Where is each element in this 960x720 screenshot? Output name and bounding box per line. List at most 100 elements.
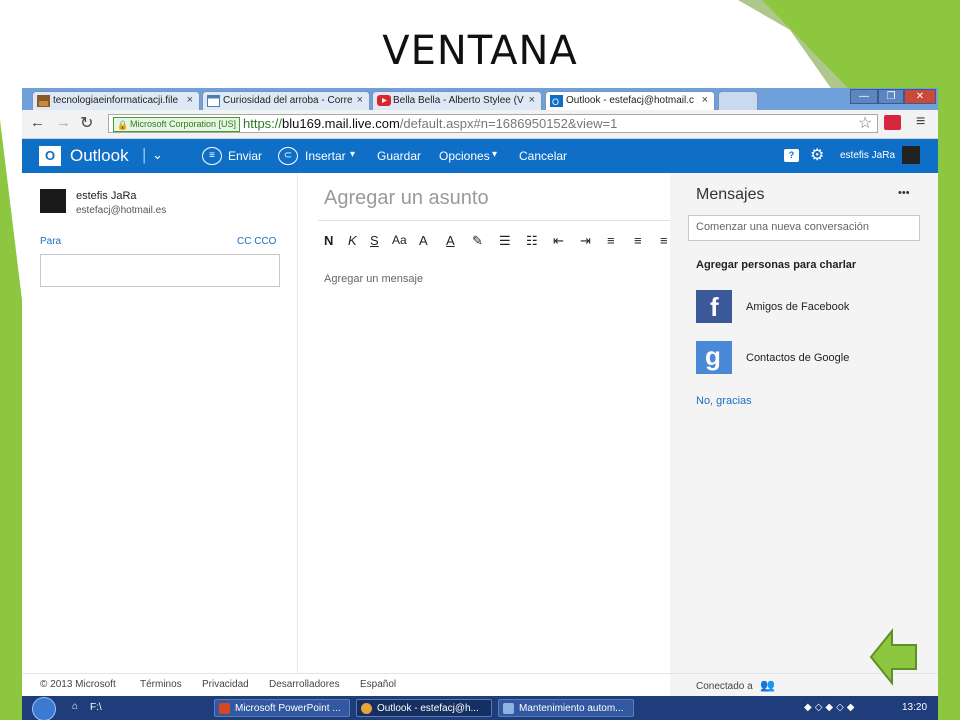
reload-icon[interactable]: ↻ bbox=[80, 113, 93, 133]
language-link[interactable]: Español bbox=[360, 679, 396, 690]
gear-icon[interactable]: ⚙ bbox=[810, 145, 824, 165]
security-label: Microsoft Corporation [US] bbox=[130, 119, 237, 129]
font-color-button[interactable]: A bbox=[446, 233, 455, 248]
bold-button[interactable]: N bbox=[324, 233, 333, 248]
green-shape-left bbox=[0, 120, 22, 720]
tab-label: tecnologiaeinformaticacji.file bbox=[53, 95, 179, 106]
close-window-button[interactable]: ✕ bbox=[904, 89, 936, 104]
attach-icon: ⊂ bbox=[278, 147, 298, 165]
tab-youtube[interactable]: Bella Bella - Alberto Stylee (V × bbox=[372, 91, 542, 110]
options-button[interactable]: Opciones bbox=[439, 149, 490, 163]
italic-button[interactable]: K bbox=[348, 233, 357, 248]
google-icon[interactable]: g bbox=[696, 341, 732, 374]
forward-arrow-icon[interactable]: → bbox=[56, 114, 71, 131]
address-bar: ← → ↻ 🔒 Microsoft Corporation [US] https… bbox=[22, 110, 938, 139]
url-host: blu169.mail.live.com bbox=[282, 116, 400, 131]
powerpoint-icon bbox=[219, 703, 230, 714]
copyright-text: © 2013 Microsoft bbox=[40, 679, 116, 690]
grow-font-button[interactable]: A bbox=[419, 233, 428, 248]
tab-curiosidad[interactable]: Curiosidad del arroba - Corre × bbox=[202, 91, 370, 110]
header-user-name[interactable]: estefis JaRa bbox=[840, 150, 895, 161]
sender-email: estefacj@hotmail.es bbox=[76, 205, 167, 216]
drive-icon: ⌂ bbox=[72, 701, 79, 712]
minimize-button[interactable]: — bbox=[850, 89, 878, 104]
security-badge[interactable]: 🔒 Microsoft Corporation [US] bbox=[113, 117, 241, 132]
tab-tecnologia[interactable]: tecnologiaeinformaticacji.file × bbox=[32, 91, 200, 110]
chrome-icon bbox=[361, 703, 372, 714]
tab-close-icon[interactable]: × bbox=[187, 94, 193, 106]
image-icon bbox=[37, 95, 50, 107]
messenger-icon[interactable]: ? bbox=[784, 149, 799, 162]
chevron-down-icon: ▾ bbox=[350, 149, 356, 160]
youtube-icon bbox=[377, 95, 391, 107]
slide-title: VENTANA bbox=[382, 28, 578, 74]
terms-link[interactable]: Términos bbox=[140, 679, 182, 690]
messenger-title: Mensajes bbox=[696, 186, 765, 203]
drive-label[interactable]: F:\ bbox=[90, 702, 102, 713]
back-arrow-nav-icon[interactable] bbox=[868, 628, 920, 686]
align-left-icon[interactable]: ≡ bbox=[607, 233, 615, 248]
taskbar-powerpoint[interactable]: Microsoft PowerPoint ... bbox=[214, 699, 350, 717]
taskbar-maintenance[interactable]: Mantenimiento autom... bbox=[498, 699, 634, 717]
google-link[interactable]: Contactos de Google bbox=[746, 352, 849, 364]
tab-close-icon[interactable]: × bbox=[702, 94, 708, 106]
taskbar-outlook[interactable]: Outlook - estefacj@h... bbox=[356, 699, 492, 717]
send-button[interactable]: Enviar bbox=[228, 149, 262, 163]
tab-label: Bella Bella - Alberto Stylee (V bbox=[393, 95, 524, 106]
developers-link[interactable]: Desarrolladores bbox=[269, 679, 340, 690]
align-right-icon[interactable]: ≡ bbox=[660, 233, 668, 248]
tab-close-icon[interactable]: × bbox=[529, 94, 535, 106]
outlook-icon: O bbox=[550, 95, 563, 107]
bullet-list-icon[interactable]: ☷ bbox=[526, 233, 538, 249]
taskbar-item-label: Mantenimiento autom... bbox=[519, 703, 624, 714]
increase-indent-icon[interactable]: ⇥ bbox=[580, 233, 591, 249]
tab-outlook[interactable]: O Outlook - estefacj@hotmail.c × bbox=[545, 91, 715, 111]
insert-button[interactable]: Insertar bbox=[305, 149, 346, 163]
back-arrow-icon[interactable]: ← bbox=[30, 114, 45, 131]
taskbar: ⌂ F:\ Microsoft PowerPoint ... Outlook -… bbox=[22, 696, 938, 720]
new-conversation-placeholder: Comenzar una nueva conversación bbox=[696, 221, 870, 233]
clock: 13:20 bbox=[902, 702, 928, 713]
add-people-heading: Agregar personas para charlar bbox=[696, 259, 857, 271]
cancel-button[interactable]: Cancelar bbox=[519, 149, 567, 163]
font-size-button[interactable]: Aa bbox=[392, 233, 407, 247]
numbered-list-icon[interactable]: ☰ bbox=[499, 233, 511, 249]
message-input[interactable]: Agregar un mensaje bbox=[324, 273, 423, 285]
url-field[interactable]: 🔒 Microsoft Corporation [US] https://blu… bbox=[108, 114, 878, 133]
app-switcher-chevron-icon[interactable]: ⌄ bbox=[152, 147, 163, 163]
outlook-brand[interactable]: Outlook bbox=[70, 146, 129, 166]
avatar[interactable] bbox=[902, 146, 920, 164]
extension-icon[interactable] bbox=[884, 115, 901, 130]
highlight-icon[interactable]: ✎ bbox=[472, 233, 483, 249]
facebook-link[interactable]: Amigos de Facebook bbox=[746, 301, 849, 313]
no-thanks-link[interactable]: No, gracias bbox=[696, 395, 752, 407]
start-button-icon[interactable] bbox=[32, 697, 56, 720]
system-tray-icons[interactable]: ◆◇◆◇◆ bbox=[804, 702, 884, 714]
align-center-icon[interactable]: ≡ bbox=[634, 233, 642, 248]
facebook-icon[interactable]: f bbox=[696, 290, 732, 323]
people-icon[interactable]: 👥 bbox=[760, 678, 775, 692]
outlook-logo-icon: O bbox=[39, 146, 61, 166]
to-field[interactable] bbox=[40, 254, 280, 287]
connected-label: Conectado a bbox=[696, 681, 753, 692]
decrease-indent-icon[interactable]: ⇤ bbox=[553, 233, 564, 249]
privacy-link[interactable]: Privacidad bbox=[202, 679, 249, 690]
to-label[interactable]: Para bbox=[40, 236, 61, 247]
sender-name: estefis JaRa bbox=[76, 190, 137, 202]
bookmark-star-icon[interactable]: ☆ bbox=[858, 113, 872, 133]
compose-header-pane: estefis JaRa estefacj@hotmail.es Para CC… bbox=[22, 173, 297, 673]
subject-input[interactable]: Agregar un asunto bbox=[324, 187, 489, 210]
url-text: https://blu169.mail.live.com/default.asp… bbox=[243, 116, 617, 131]
maximize-button[interactable]: ❐ bbox=[878, 89, 904, 104]
outlook-header: O Outlook | ⌄ ≡ Enviar ⊂ Insertar ▾ Guar… bbox=[22, 139, 938, 173]
new-conversation-input[interactable]: Comenzar una nueva conversación bbox=[688, 215, 920, 241]
menu-icon[interactable]: ≡ bbox=[916, 113, 925, 131]
cc-bcc-link[interactable]: CC CCO bbox=[237, 236, 276, 247]
format-toolbar: N K S Aa A A ✎ ☰ ☷ ⇤ ⇥ ≡ ≡ ≡ bbox=[324, 233, 671, 249]
underline-button[interactable]: S bbox=[370, 233, 379, 248]
tab-close-icon[interactable]: × bbox=[357, 94, 363, 106]
new-tab-button[interactable] bbox=[718, 91, 758, 110]
more-options-icon[interactable]: ••• bbox=[898, 187, 910, 199]
save-button[interactable]: Guardar bbox=[377, 149, 421, 163]
page-footer: © 2013 Microsoft Términos Privacidad Des… bbox=[22, 673, 938, 696]
